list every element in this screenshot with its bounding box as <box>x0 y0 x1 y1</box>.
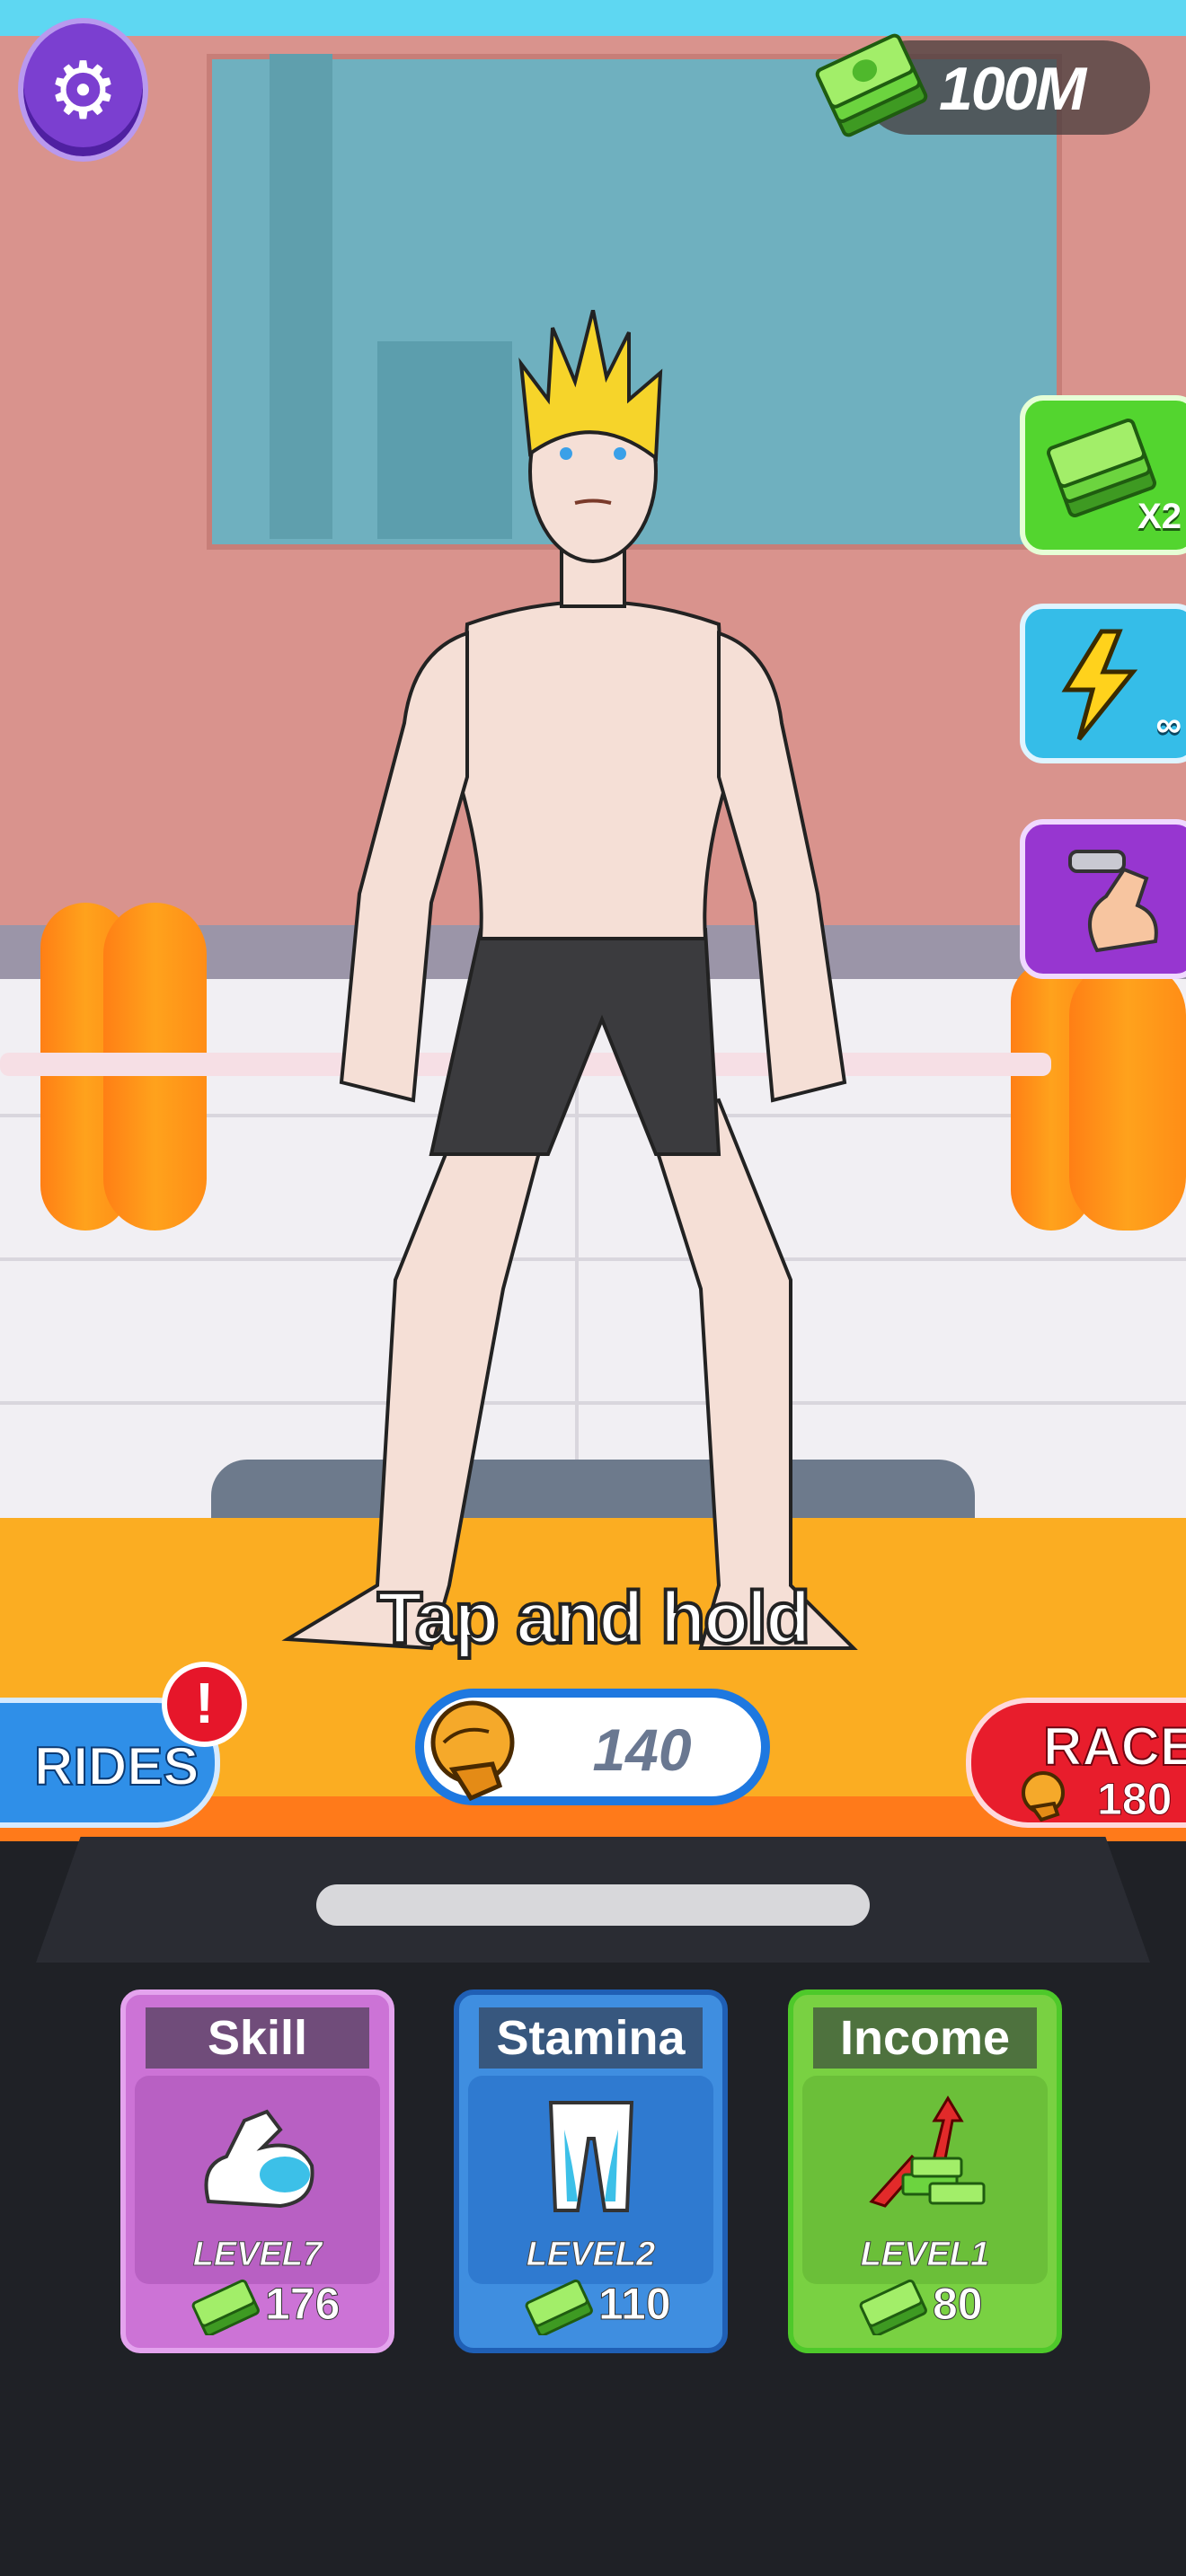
race-value: 180 <box>1096 1774 1173 1825</box>
card-title: Income <box>813 2007 1037 2069</box>
rides-alert-badge: ! <box>162 1662 247 1747</box>
card-cost: 176 <box>264 2279 341 2330</box>
boost-multiplier-label: X2 <box>1137 497 1182 536</box>
card-body: LEVEL1 <box>802 2076 1048 2284</box>
card-body: LEVEL7 <box>135 2076 380 2284</box>
settings-button[interactable]: ⚙ <box>18 18 148 162</box>
stamina-upgrade-card[interactable]: Stamina LEVEL2 110 <box>454 1989 728 2353</box>
cash-x2-boost-button[interactable]: X2 <box>1020 395 1186 555</box>
card-title: Stamina <box>479 2007 703 2069</box>
card-body: LEVEL2 <box>468 2076 713 2284</box>
money-amount: 100M <box>939 55 1086 123</box>
strength-value: 140 <box>592 1716 692 1783</box>
card-level: LEVEL2 <box>526 2236 656 2274</box>
flexed-bicep-icon <box>204 2109 314 2209</box>
infinity-label: ∞ <box>1155 705 1182 745</box>
card-title: Skill <box>146 2007 369 2069</box>
income-upgrade-card[interactable]: Income LEVEL1 80 <box>788 1989 1062 2353</box>
cash-stack-icon <box>859 2279 927 2335</box>
player-character <box>281 310 858 1651</box>
panel-drag-handle[interactable] <box>316 1884 870 1926</box>
infinite-energy-boost-button[interactable]: ∞ <box>1020 604 1186 763</box>
card-level: LEVEL1 <box>860 2236 990 2274</box>
tap-and-hold-instruction: Tap and hold <box>376 1575 812 1661</box>
race-button[interactable]: RACE 180 <box>966 1698 1186 1828</box>
card-cost: 80 <box>933 2279 984 2330</box>
legs-icon <box>548 2101 633 2212</box>
cash-stack-icon <box>191 2279 260 2335</box>
cash-stack-icon <box>525 2279 593 2335</box>
cash-stack-icon <box>815 33 928 137</box>
barbell-plate-right <box>1069 961 1186 1231</box>
rides-label: RIDES <box>33 1735 199 1797</box>
boxing-glove-icon <box>1022 1771 1065 1822</box>
flexing-arm-dumbbell-icon <box>1068 850 1158 953</box>
game-scene[interactable] <box>0 0 1186 1841</box>
boxing-glove-icon <box>430 1700 515 1802</box>
auto-lift-boost-button[interactable] <box>1020 819 1186 979</box>
card-cost: 110 <box>598 2279 672 2330</box>
card-level: LEVEL7 <box>192 2236 323 2274</box>
gear-icon: ⚙ <box>48 45 119 135</box>
skill-upgrade-card[interactable]: Skill LEVEL7 176 <box>120 1989 394 2353</box>
lightning-icon <box>1061 629 1138 741</box>
strength-counter: 140 <box>415 1689 770 1805</box>
money-growth-icon <box>868 2095 985 2208</box>
